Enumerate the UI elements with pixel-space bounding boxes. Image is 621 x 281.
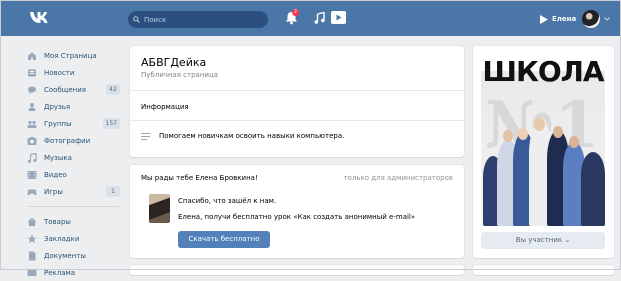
sidebar-item-label: Сообщения xyxy=(44,85,87,94)
sidebar-item-label: Игры xyxy=(44,187,63,196)
poster-title: ШКОЛА xyxy=(482,55,604,88)
person-face xyxy=(569,136,579,148)
sidebar-item-label: Видео xyxy=(44,170,67,179)
next-card xyxy=(130,265,464,275)
groups-icon xyxy=(27,119,37,129)
goods-icon xyxy=(27,217,37,227)
sidebar-item-label: Товары xyxy=(44,217,71,226)
search-input[interactable]: Поиск xyxy=(128,11,268,28)
games-icon xyxy=(27,187,37,197)
sidebar-item-bookmarks[interactable]: Закладки xyxy=(24,230,124,247)
group-description: Помогаем новичкам освоить навыки компьют… xyxy=(159,132,345,140)
search-placeholder: Поиск xyxy=(144,15,167,24)
sidebar-item-documents[interactable]: Документы xyxy=(24,247,124,264)
groups-count-badge: 157 xyxy=(102,118,120,129)
play-icon[interactable] xyxy=(540,14,548,24)
music-icon xyxy=(27,152,37,163)
sidebar-item-music[interactable]: Музыка xyxy=(24,149,124,166)
sidebar-item-label: Новости xyxy=(44,68,75,77)
avatar[interactable] xyxy=(582,10,601,28)
sidebar-item-photos[interactable]: Фотографии xyxy=(24,132,124,149)
vk-logo-icon[interactable] xyxy=(30,11,48,25)
admin-greeting: Мы рады тебе Елена Бровкина! xyxy=(141,174,258,182)
user-menu[interactable]: Елена xyxy=(540,10,611,28)
music-icon[interactable] xyxy=(314,12,325,24)
left-sidebar: Моя Страница Новости Сообщения 42 Друзья… xyxy=(24,47,124,281)
games-count-badge: 1 xyxy=(106,186,120,197)
group-info-card: АБВГДейка Публичная страница Информация … xyxy=(130,46,464,157)
home-icon xyxy=(27,51,37,61)
admin-message-card: Мы рады тебе Елена Бровкина! только для … xyxy=(130,165,464,258)
admin-avatar xyxy=(149,194,170,223)
sidebar-item-label: Закладки xyxy=(44,234,80,243)
group-cover-card: №1 ШКОЛА Вы участник ⌄ xyxy=(473,46,614,258)
member-status-button[interactable]: Вы участник ⌄ xyxy=(481,232,605,249)
info-tab[interactable]: Информация xyxy=(141,103,189,111)
sidebar-item-label: Документы xyxy=(44,251,86,260)
person-face xyxy=(518,128,528,140)
sidebar-item-label: Музыка xyxy=(44,153,72,162)
group-cover-image[interactable]: №1 ШКОЛА xyxy=(481,54,605,226)
person-figure xyxy=(581,152,605,226)
person-face xyxy=(503,130,513,142)
top-header: Поиск 2 Елена xyxy=(0,0,621,36)
person-face xyxy=(553,126,563,138)
next-side-card xyxy=(473,265,614,275)
group-subtitle: Публичная страница xyxy=(141,71,219,79)
sidebar-item-ads[interactable]: Реклама xyxy=(24,264,124,281)
sidebar-item-goods[interactable]: Товары xyxy=(24,213,124,230)
video-icon[interactable] xyxy=(331,11,346,24)
sidebar-item-messages[interactable]: Сообщения 42 xyxy=(24,81,124,98)
search-icon xyxy=(133,16,140,23)
divider xyxy=(130,120,464,121)
sidebar-item-label: Фотографии xyxy=(44,136,91,145)
divider xyxy=(130,90,464,91)
video-icon xyxy=(27,170,37,180)
documents-icon xyxy=(27,251,37,261)
description-row: Помогаем новичкам освоить навыки компьют… xyxy=(141,132,344,140)
sidebar-item-groups[interactable]: Группы 157 xyxy=(24,115,124,132)
description-icon xyxy=(141,132,150,140)
group-title: АБВГДейка xyxy=(141,56,207,69)
admin-only-note: только для администраторов xyxy=(343,174,453,182)
sidebar-item-label: Друзья xyxy=(44,102,71,111)
sidebar-item-friends[interactable]: Друзья xyxy=(24,98,124,115)
person-face xyxy=(534,118,545,131)
chevron-down-icon[interactable] xyxy=(604,16,611,22)
admin-message-line-2: Елена, получи бесплатно урок «Как создат… xyxy=(178,213,416,221)
sidebar-item-video[interactable]: Видео xyxy=(24,166,124,183)
bookmarks-icon xyxy=(27,234,37,244)
sidebar-divider xyxy=(27,206,119,207)
admin-message-line-1: Спасибо, что зашёл к нам. xyxy=(178,197,277,205)
news-icon xyxy=(27,68,37,78)
ads-icon xyxy=(27,268,37,278)
messages-count-badge: 42 xyxy=(106,84,120,95)
photos-icon xyxy=(27,136,37,146)
messages-icon xyxy=(27,85,37,95)
sidebar-item-games[interactable]: Игры 1 xyxy=(24,183,124,200)
sidebar-item-label: Моя Страница xyxy=(44,51,97,60)
sidebar-item-my-page[interactable]: Моя Страница xyxy=(24,47,124,64)
friends-icon xyxy=(27,102,37,112)
sidebar-item-label: Группы xyxy=(44,119,72,128)
sidebar-item-news[interactable]: Новости xyxy=(24,64,124,81)
download-free-button[interactable]: Скачать бесплатно xyxy=(178,231,270,248)
user-name[interactable]: Елена xyxy=(552,15,576,23)
notifications-badge: 2 xyxy=(292,9,299,16)
